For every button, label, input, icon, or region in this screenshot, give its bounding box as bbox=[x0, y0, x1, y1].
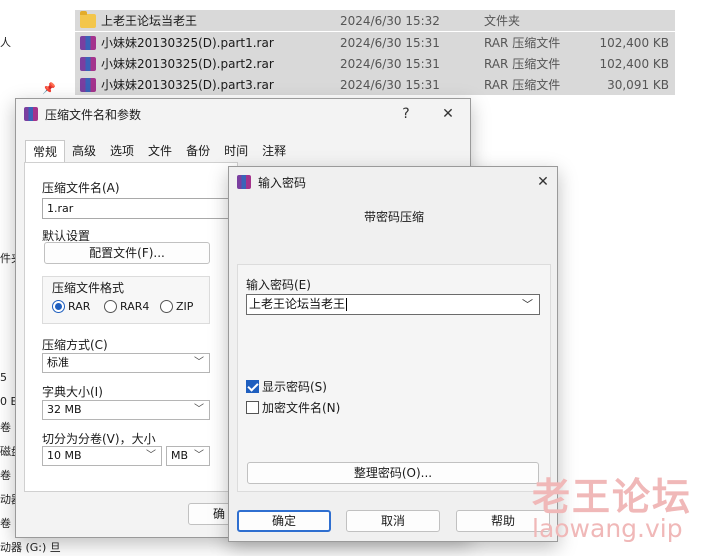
nav-fragment[interactable]: 卷 (H bbox=[0, 515, 16, 531]
radio-icon bbox=[104, 300, 117, 313]
encrypt-names-checkbox[interactable]: 加密文件名(N) bbox=[246, 399, 340, 416]
tab-general[interactable]: 常规 bbox=[25, 140, 66, 162]
checkbox-icon bbox=[246, 401, 259, 414]
chevron-down-icon: ﹀ bbox=[194, 404, 204, 415]
radio-label: ZIP bbox=[176, 300, 194, 313]
nav-fragment[interactable]: 5 bbox=[0, 371, 12, 384]
method-select[interactable]: 标准 ﹀ bbox=[42, 353, 210, 373]
file-size: 102,400 KB bbox=[599, 35, 669, 50]
file-size: 30,091 KB bbox=[607, 77, 669, 92]
profile-button[interactable]: 配置文件(F)... bbox=[44, 242, 210, 264]
file-row[interactable]: 小妹妹20130325(D).part3.rar 2024/6/30 15:31… bbox=[75, 74, 675, 95]
tab-advanced[interactable]: 高级 bbox=[65, 140, 103, 162]
split-value: 10 MB bbox=[47, 449, 82, 462]
file-type: RAR 压缩文件 bbox=[484, 36, 561, 50]
format-radio-zip[interactable]: ZIP bbox=[160, 300, 193, 313]
close-icon[interactable]: ✕ bbox=[436, 103, 460, 125]
file-name: 小妹妹20130325(D).part1.rar bbox=[101, 36, 274, 50]
radio-selected-icon bbox=[52, 300, 65, 313]
rar-file-icon bbox=[80, 56, 96, 71]
close-icon[interactable]: ✕ bbox=[531, 171, 555, 193]
file-row[interactable]: 小妹妹20130325(D).part2.rar 2024/6/30 15:31… bbox=[75, 53, 675, 74]
split-size-select[interactable]: 10 MB ﹀ bbox=[42, 446, 162, 466]
tab-time[interactable]: 时间 bbox=[217, 140, 255, 162]
dict-value: 32 MB bbox=[47, 403, 82, 416]
nav-fragment[interactable]: 0 E bbox=[0, 395, 16, 408]
watermark-title: 老王论坛 bbox=[532, 474, 693, 519]
show-password-label: 显示密码(S) bbox=[262, 380, 327, 394]
archive-dialog-title: 压缩文件名和参数 bbox=[45, 107, 142, 122]
split-unit-select[interactable]: MB ﹀ bbox=[166, 446, 210, 466]
radio-label: RAR4 bbox=[120, 300, 150, 313]
chevron-down-icon: ﹀ bbox=[194, 357, 204, 368]
tab-backup[interactable]: 备份 bbox=[179, 140, 217, 162]
file-type: RAR 压缩文件 bbox=[484, 57, 561, 71]
file-date: 2024/6/30 15:31 bbox=[340, 77, 440, 92]
password-dialog-titlebar: 输入密码 ✕ bbox=[229, 167, 557, 197]
file-type: 文件夹 bbox=[484, 14, 521, 28]
chevron-down-icon: ﹀ bbox=[194, 450, 204, 461]
file-name: 小妹妹20130325(D).part2.rar bbox=[101, 57, 274, 71]
nav-fragment[interactable]: 人 bbox=[0, 34, 12, 50]
dict-select[interactable]: 32 MB ﹀ bbox=[42, 400, 210, 420]
file-row[interactable]: 上老王论坛当老王 2024/6/30 15:32 文件夹 bbox=[75, 10, 675, 31]
dict-label: 字典大小(I) bbox=[42, 385, 103, 399]
file-name: 上老王论坛当老王 bbox=[101, 14, 198, 28]
archive-name-field[interactable]: 1.rar bbox=[42, 198, 232, 219]
format-group-label: 压缩文件格式 bbox=[52, 281, 125, 295]
checkbox-checked-icon bbox=[246, 380, 259, 393]
method-label: 压缩方式(C) bbox=[42, 338, 108, 352]
text-caret bbox=[346, 298, 348, 311]
tab-files[interactable]: 文件 bbox=[141, 140, 179, 162]
archive-ok-button[interactable]: 确 bbox=[188, 503, 232, 525]
file-date: 2024/6/30 15:31 bbox=[340, 35, 440, 50]
winrar-icon bbox=[24, 107, 38, 121]
folder-icon bbox=[80, 10, 96, 28]
archive-tabs: 常规 高级 选项 文件 备份 时间 注释 bbox=[25, 140, 293, 162]
archive-dialog-titlebar: 压缩文件名和参数 ? ✕ bbox=[16, 99, 470, 129]
show-password-checkbox[interactable]: 显示密码(S) bbox=[246, 378, 327, 395]
split-unit: MB bbox=[171, 449, 189, 462]
watermark-url: laowang.vip bbox=[532, 514, 683, 543]
nav-fragment[interactable]: 卷 ( bbox=[0, 467, 12, 483]
organize-passwords-button[interactable]: 整理密码(O)... bbox=[247, 462, 539, 484]
format-radio-rar4[interactable]: RAR4 bbox=[104, 300, 149, 313]
file-name: 小妹妹20130325(D).part3.rar bbox=[101, 78, 274, 92]
pin-icon: 📌 bbox=[42, 82, 56, 95]
method-value: 标准 bbox=[47, 356, 69, 369]
chevron-down-icon: ﹀ bbox=[146, 450, 156, 461]
password-dialog-title: 输入密码 bbox=[258, 175, 307, 190]
password-heading: 带密码压缩 bbox=[364, 210, 425, 224]
file-row[interactable]: 小妹妹20130325(D).part1.rar 2024/6/30 15:31… bbox=[75, 32, 675, 53]
cancel-button[interactable]: 取消 bbox=[346, 510, 440, 532]
file-date: 2024/6/30 15:32 bbox=[340, 13, 440, 28]
archive-name-label: 压缩文件名(A) bbox=[42, 181, 120, 195]
password-value: 上老王论坛当老王 bbox=[249, 297, 346, 311]
help-icon[interactable]: ? bbox=[394, 103, 418, 125]
password-label: 输入密码(E) bbox=[246, 278, 311, 292]
ok-button[interactable]: 确定 bbox=[237, 510, 331, 532]
winrar-icon bbox=[237, 175, 251, 189]
tab-comment[interactable]: 注释 bbox=[255, 140, 293, 162]
radio-label: RAR bbox=[68, 300, 91, 313]
rar-file-icon bbox=[80, 77, 96, 92]
nav-fragment[interactable]: 卷 ( bbox=[0, 419, 12, 435]
password-input[interactable]: 上老王论坛当老王 ﹀ bbox=[246, 294, 540, 315]
rar-file-icon bbox=[80, 35, 96, 50]
file-size: 102,400 KB bbox=[599, 56, 669, 71]
encrypt-names-label: 加密文件名(N) bbox=[262, 401, 341, 415]
file-type: RAR 压缩文件 bbox=[484, 78, 561, 92]
radio-icon bbox=[160, 300, 173, 313]
format-radio-rar[interactable]: RAR bbox=[52, 300, 90, 313]
nav-fragment[interactable]: 动器 (G:) 旦 bbox=[0, 539, 62, 555]
split-label: 切分为分卷(V)，大小 bbox=[42, 432, 156, 446]
tab-options[interactable]: 选项 bbox=[103, 140, 141, 162]
chevron-down-icon[interactable]: ﹀ bbox=[522, 295, 533, 314]
file-date: 2024/6/30 15:31 bbox=[340, 56, 440, 71]
